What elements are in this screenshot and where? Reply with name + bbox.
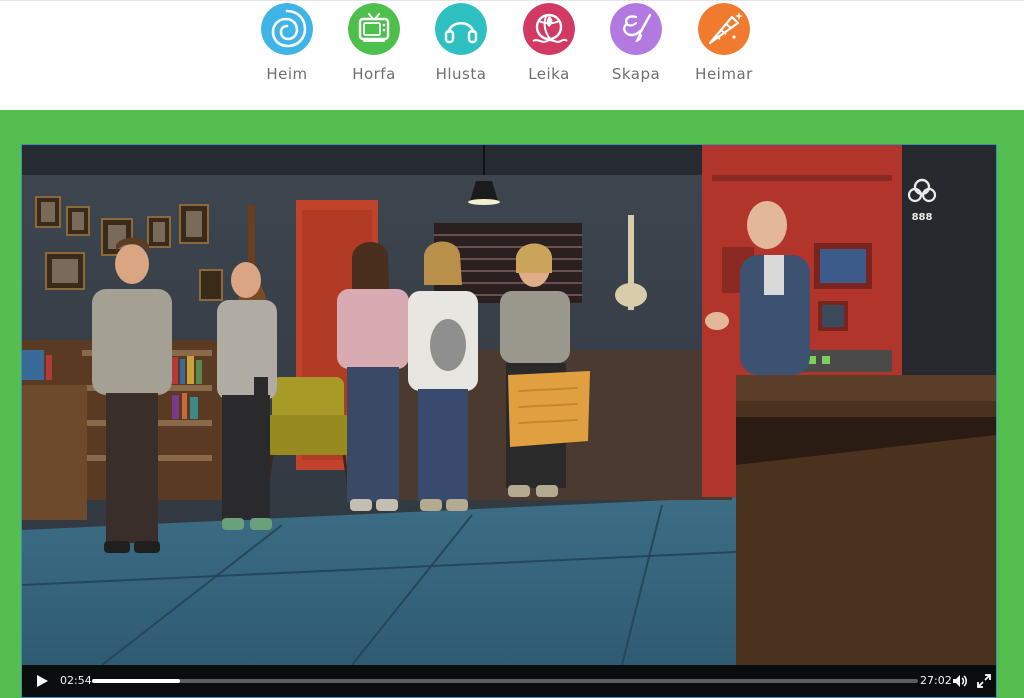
unicorn-horn-icon	[698, 3, 750, 55]
headphones-icon	[435, 3, 487, 55]
progress-bar-fill	[92, 679, 181, 683]
player-control-bar: 02:54 27:02	[22, 665, 996, 697]
nav-label: Skapa	[611, 65, 661, 83]
video-frame[interactable]: 888	[22, 145, 996, 665]
tv-icon	[348, 3, 400, 55]
fullscreen-icon[interactable]	[976, 673, 992, 689]
video-player[interactable]: 888 02:54 27:02	[21, 144, 997, 698]
nav-label: Heim	[266, 65, 308, 83]
nav-label: Horfa	[352, 65, 396, 83]
channel-logo-text: 888	[912, 212, 933, 223]
volume-icon[interactable]	[952, 673, 968, 689]
content-stage: 888 02:54 27:02	[0, 110, 1024, 698]
paintbrush-icon	[610, 3, 662, 55]
nav-item-horfa[interactable]: Horfa	[334, 3, 414, 83]
nav-item-leika[interactable]: Leika	[509, 3, 589, 83]
nav-item-heim[interactable]: Heim	[247, 3, 327, 83]
play-icon[interactable]	[34, 673, 50, 689]
nav-label: Heimar	[695, 65, 753, 83]
nav-item-heimar[interactable]: Heimar	[684, 3, 764, 83]
nav-item-skapa[interactable]: Skapa	[596, 3, 676, 83]
nav-item-hlusta[interactable]: Hlusta	[421, 3, 501, 83]
nav-label: Leika	[528, 65, 570, 83]
total-duration: 27:02	[920, 674, 952, 687]
spiral-icon	[261, 3, 313, 55]
beach-ball-icon	[523, 3, 575, 55]
top-navigation: Heim Horfa Hlusta Leika Skapa Heimar	[0, 0, 1024, 110]
nav-label: Hlusta	[435, 65, 487, 83]
elapsed-time: 02:54	[60, 674, 92, 687]
progress-bar[interactable]	[92, 679, 918, 683]
